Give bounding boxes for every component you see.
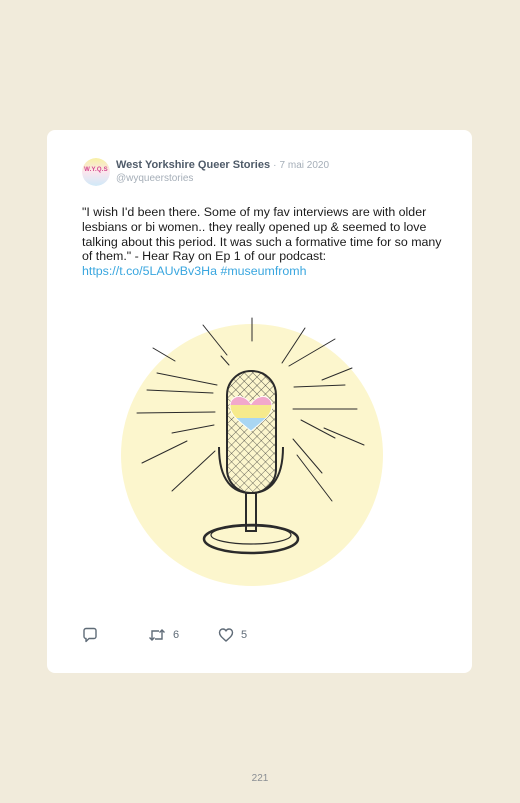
tweet-hashtag[interactable]: #museumfromh [220, 264, 306, 278]
tweet-date[interactable]: 7 mai 2020 [280, 160, 329, 171]
tweet-link[interactable]: https://t.co/5LAUvBv3Ha [82, 264, 217, 278]
author-line: West Yorkshire Queer Stories · 7 mai 202… [116, 159, 329, 171]
avatar-logo-text: W.Y.Q.S [84, 167, 108, 173]
heart-icon [218, 628, 234, 642]
tweet-body: "I wish I'd been there. Some of my fav i… [82, 205, 442, 264]
author-handle[interactable]: @wyqueerstories [116, 173, 193, 184]
retweet-count: 6 [173, 629, 180, 641]
page-number: 221 [251, 773, 269, 784]
retweet-button[interactable]: 6 [148, 627, 179, 643]
microphone-head [226, 370, 277, 494]
reply-icon [83, 627, 97, 643]
tweet-actions: 6 5 [82, 627, 442, 645]
avatar[interactable]: W.Y.Q.S [82, 158, 110, 186]
separator-dot: · [273, 160, 277, 171]
tweet-text: "I wish I'd been there. Some of my fav i… [82, 205, 442, 279]
like-count: 5 [241, 629, 248, 641]
tweet-card: W.Y.Q.S West Yorkshire Queer Stories · 7… [47, 130, 472, 673]
like-button[interactable]: 5 [218, 627, 247, 643]
podcast-microphone-illustration [121, 317, 383, 586]
retweet-icon [149, 629, 165, 641]
reply-button[interactable] [82, 627, 98, 643]
author-name[interactable]: West Yorkshire Queer Stories [116, 159, 270, 171]
